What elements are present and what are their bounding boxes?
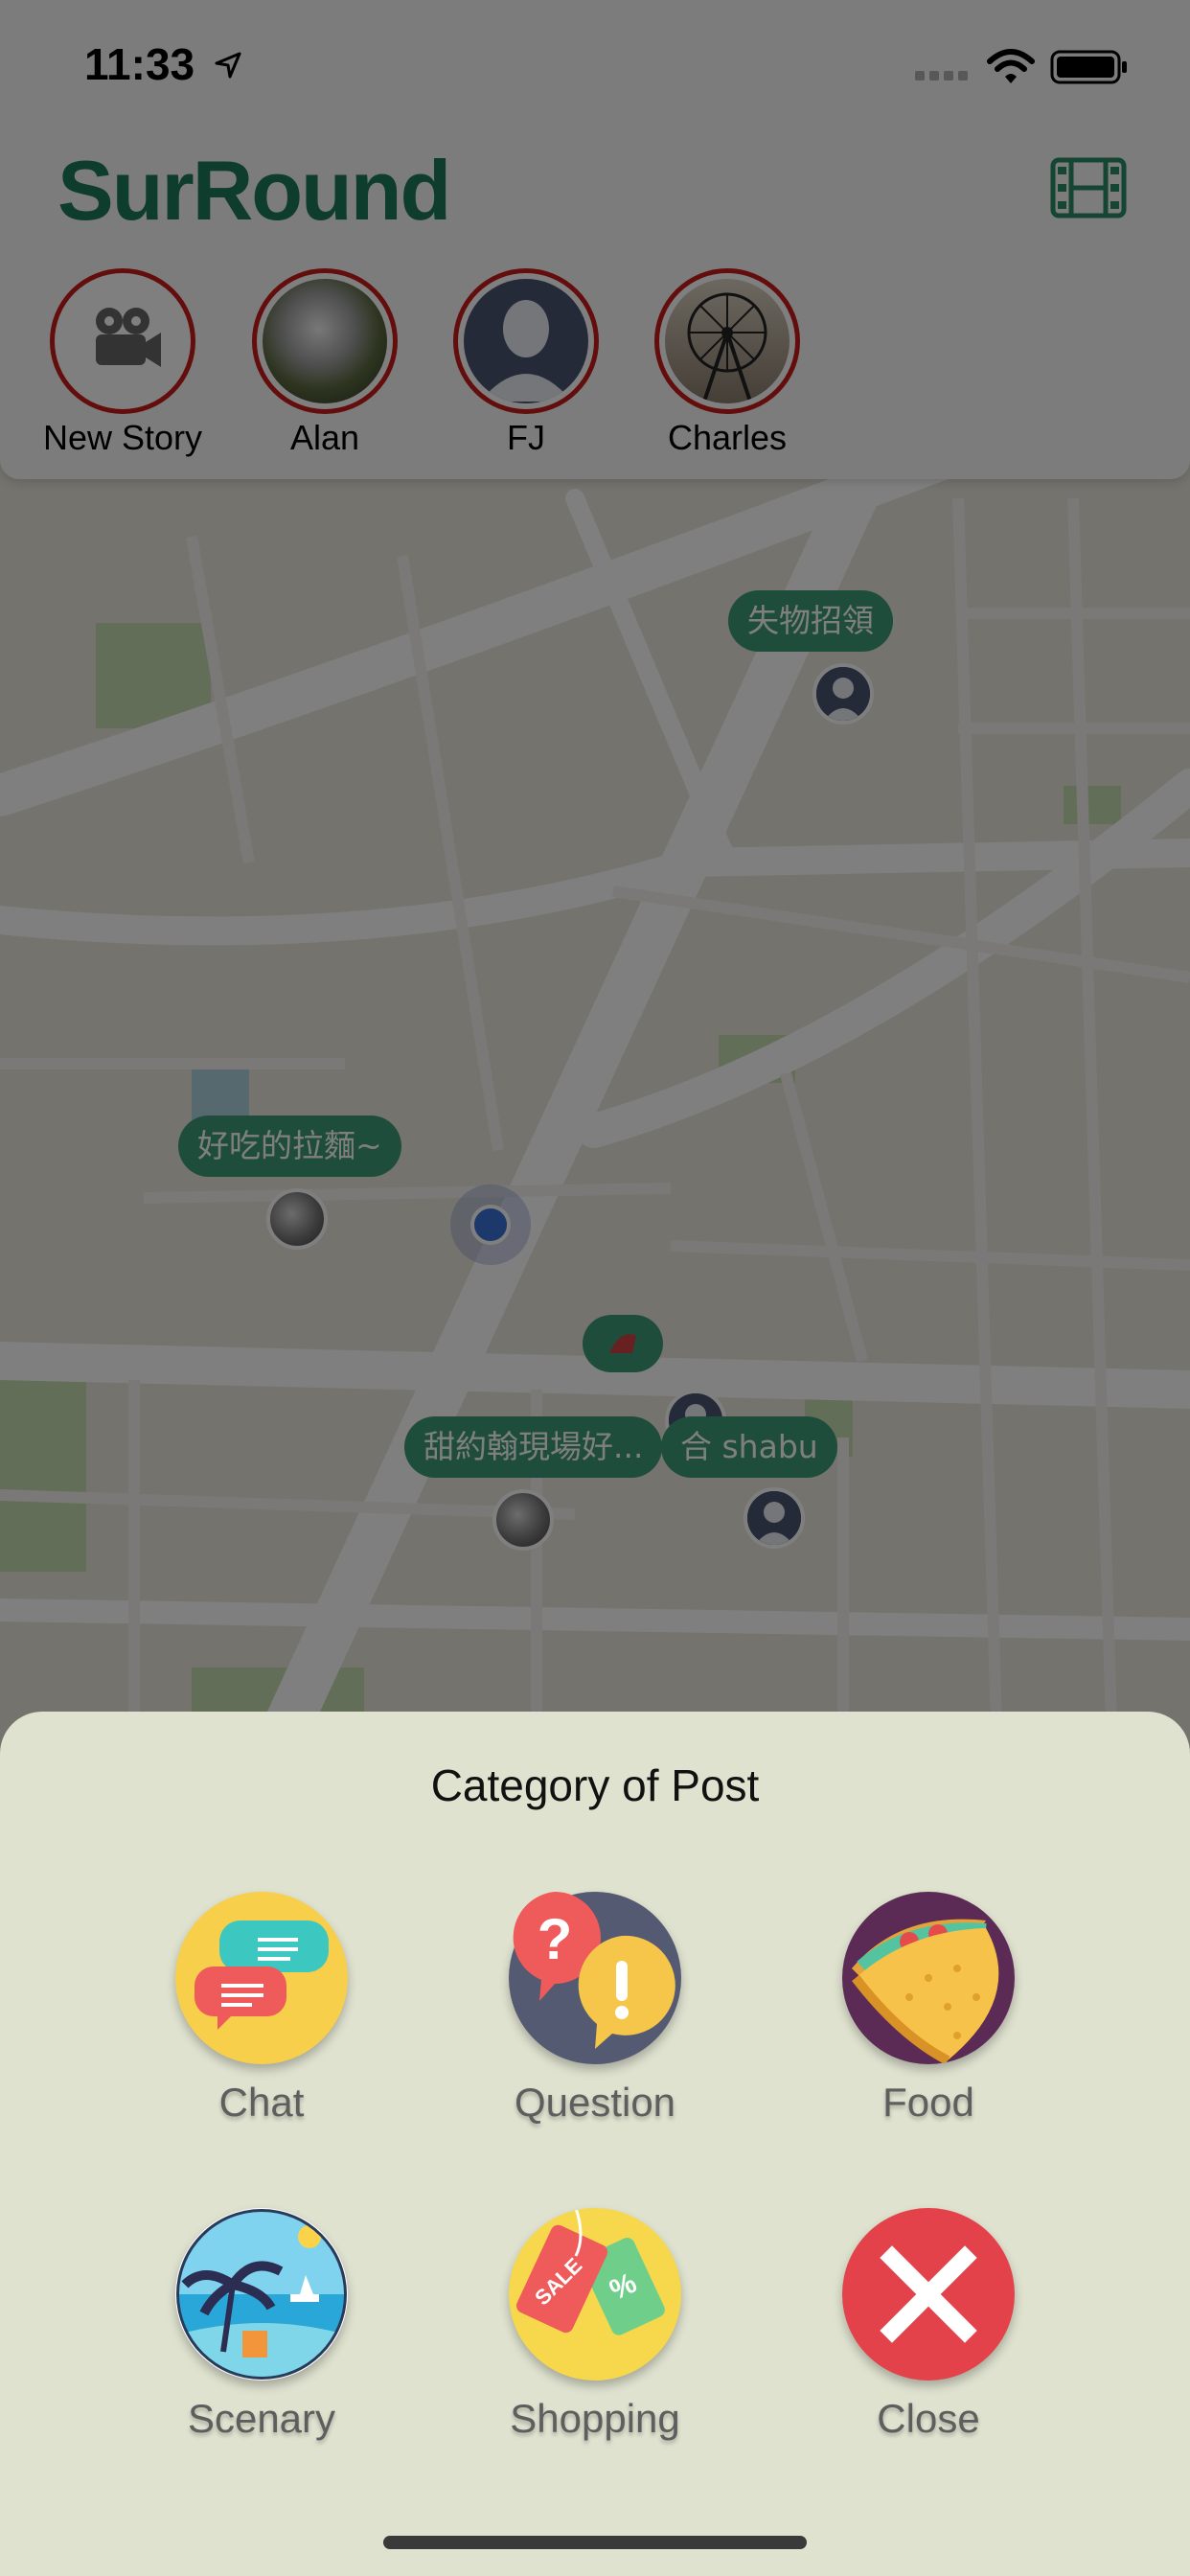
category-food-button[interactable]: Food xyxy=(785,1892,1072,2126)
svg-text:?: ? xyxy=(538,1907,573,1971)
beach-scene-icon xyxy=(176,2209,347,2380)
category-label: Close xyxy=(877,2396,980,2441)
category-label: Shopping xyxy=(510,2396,680,2441)
category-shopping-button[interactable]: % SALE Shopping xyxy=(451,2208,739,2442)
taco-icon xyxy=(852,1919,999,2064)
category-label: Chat xyxy=(218,2080,305,2125)
close-x-icon xyxy=(880,2245,977,2343)
close-button[interactable]: Close xyxy=(785,2208,1072,2442)
chat-bubbles-icon xyxy=(195,1920,329,2030)
category-chat-button[interactable]: Chat xyxy=(118,1892,405,2126)
question-exclamation-icon: ? xyxy=(513,1892,675,2049)
category-label: Food xyxy=(882,2080,974,2125)
category-label: Scenary xyxy=(187,2396,336,2441)
sale-tags-icon: % SALE xyxy=(516,2208,665,2335)
category-question-button[interactable]: ? Question xyxy=(451,1892,739,2126)
category-label: Question xyxy=(514,2080,676,2125)
category-sheet: Category of Post Chat ? Question Food Sc… xyxy=(0,1712,1190,2576)
home-indicator[interactable] xyxy=(383,2536,807,2549)
sheet-title: Category of Post xyxy=(430,1760,760,1810)
category-scenary-button[interactable]: Scenary xyxy=(118,2208,405,2442)
